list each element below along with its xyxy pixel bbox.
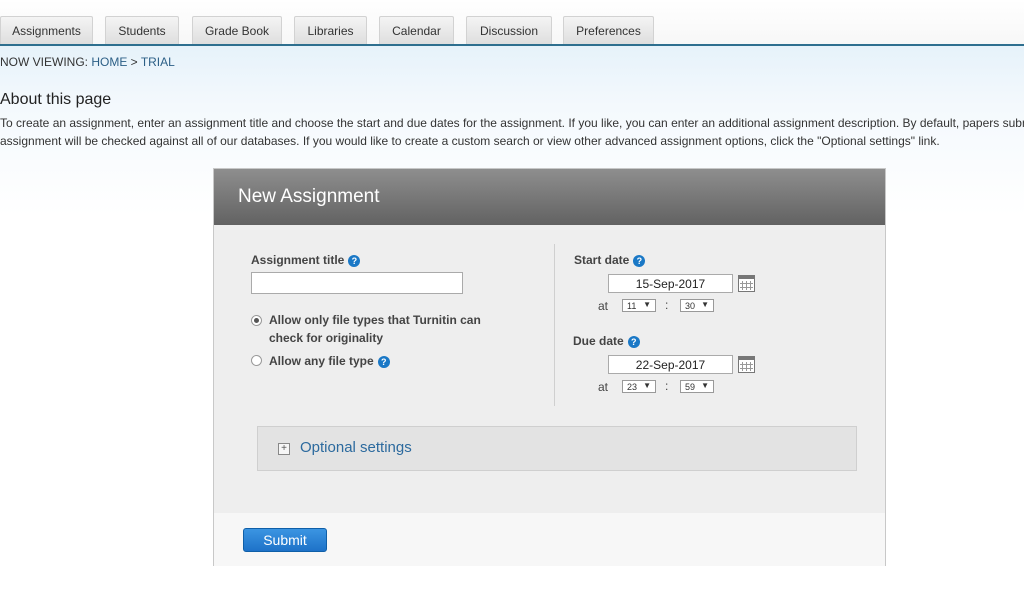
radio-allow-only-label-line1: Allow only file types that Turnitin can (269, 313, 481, 327)
due-time-colon: : (665, 379, 669, 393)
due-date-field[interactable]: 22-Sep-2017 (608, 355, 733, 374)
tab-grade-book[interactable]: Grade Book (192, 16, 282, 44)
due-hour-select[interactable]: 23 ▼ (622, 380, 656, 393)
start-date-label-text: Start date (574, 253, 630, 267)
assignment-title-label-text: Assignment title (251, 253, 345, 267)
start-minute-value: 30 (685, 300, 696, 311)
optional-settings-section[interactable]: + Optional settings (257, 426, 857, 471)
start-minute-select[interactable]: 30 ▼ (680, 299, 714, 312)
calendar-icon[interactable] (738, 275, 755, 292)
about-line-1: To create an assignment, enter an assign… (0, 116, 1024, 130)
tab-preferences[interactable]: Preferences (563, 16, 654, 44)
about-description: To create an assignment, enter an assign… (0, 114, 1024, 150)
due-at-label: at (598, 380, 609, 394)
breadcrumb-separator: > (127, 55, 141, 69)
chevron-down-icon: ▼ (701, 381, 709, 390)
calendar-icon[interactable] (738, 356, 755, 373)
breadcrumb: NOW VIEWING: HOME > TRIAL (0, 55, 175, 69)
chevron-down-icon: ▼ (643, 381, 651, 390)
start-at-label: at (598, 299, 609, 313)
column-divider (554, 244, 555, 406)
help-icon[interactable]: ? (348, 254, 361, 267)
start-hour-value: 11 (627, 300, 637, 311)
chevron-down-icon: ▼ (701, 300, 709, 309)
tab-students[interactable]: Students (105, 16, 179, 44)
breadcrumb-current-link[interactable]: TRIAL (141, 55, 175, 69)
start-date-field[interactable]: 15-Sep-2017 (608, 274, 733, 293)
help-icon[interactable]: ? (627, 335, 640, 348)
tab-discussion[interactable]: Discussion (466, 16, 552, 44)
new-assignment-panel: New Assignment Assignment title? Allow o… (213, 168, 886, 566)
chevron-down-icon: ▼ (643, 300, 651, 309)
breadcrumb-home-link[interactable]: HOME (91, 55, 127, 69)
optional-settings-link[interactable]: Optional settings (300, 439, 412, 456)
about-line-2: assignment will be checked against all o… (0, 134, 940, 148)
help-icon[interactable]: ? (633, 254, 646, 267)
start-time-colon: : (665, 298, 669, 312)
due-date-label-text: Due date (573, 334, 624, 348)
due-hour-value: 23 (627, 381, 638, 392)
assignment-title-label: Assignment title? (251, 253, 361, 267)
submit-button[interactable]: Submit (243, 528, 327, 552)
about-title: About this page (0, 91, 112, 108)
top-navigation: Assignments Students Grade Book Librarie… (0, 0, 1024, 46)
panel-title: New Assignment (214, 169, 885, 225)
radio-allow-any-file-type[interactable] (251, 355, 262, 366)
radio-allow-only-label: Allow only file types that Turnitin can … (269, 311, 481, 347)
panel-footer: Submit (214, 513, 885, 566)
start-date-label: Start date? (574, 253, 646, 267)
expand-plus-icon[interactable]: + (278, 443, 290, 455)
due-minute-value: 59 (685, 381, 696, 392)
due-minute-select[interactable]: 59 ▼ (680, 380, 714, 393)
tab-libraries[interactable]: Libraries (294, 16, 367, 44)
radio-allow-any-label-text: Allow any file type (269, 354, 374, 368)
start-hour-select[interactable]: 11 ▼ (622, 299, 656, 312)
tab-assignments[interactable]: Assignments (0, 16, 93, 44)
radio-allow-any-label: Allow any file type? (269, 352, 390, 370)
tab-calendar[interactable]: Calendar (379, 16, 454, 44)
assignment-title-input[interactable] (251, 272, 463, 294)
breadcrumb-prefix: NOW VIEWING: (0, 55, 92, 69)
radio-allow-only-label-line2: check for originality (269, 331, 384, 345)
help-icon[interactable]: ? (377, 355, 390, 368)
radio-allow-only-turnitin-types[interactable] (251, 315, 262, 326)
due-date-label: Due date? (573, 334, 640, 348)
